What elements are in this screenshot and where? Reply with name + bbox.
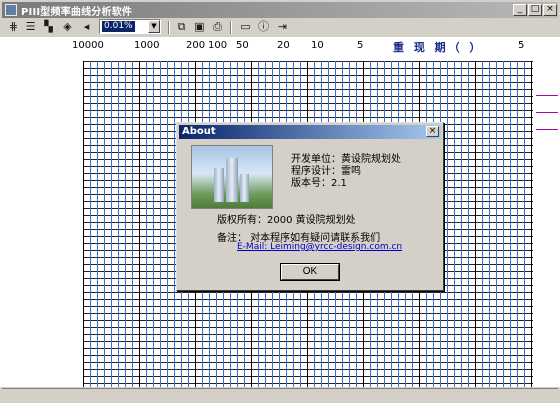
save-icon[interactable]: ▣ [192,20,207,34]
scale-tick: 50 [236,40,249,51]
main-window: PIII型频率曲线分析软件 _ □ × ⋕ ☰ ▚ ◈ ◂ 0.01% ▼ ⧉ … [0,0,560,403]
copy-icon[interactable]: ⧉ [174,20,189,34]
curve-segment [536,129,558,130]
dialog-title: About [182,126,216,137]
scale-tick: 5 [357,40,364,51]
print-icon[interactable]: ⎙ [210,20,225,34]
scale-tick: 100 [208,40,228,51]
maximize-button[interactable]: □ [528,4,542,16]
curve-segment [536,112,558,113]
scale-tick: 20 [277,40,290,51]
dialog-close-button[interactable]: × [426,126,439,137]
dialog-title-bar[interactable]: About × [179,125,441,139]
logo-building [240,174,249,202]
logo-building [214,168,224,202]
scale-tick: 10000 [72,40,104,51]
return-period-label: 重 现 期（ ） [393,41,484,54]
probability-value: 0.01% [102,21,135,32]
toolbar-separator [230,21,232,34]
return-period-scale: 10000 1000 200 100 50 20 10 5 重 现 期（ ） 5 [0,37,560,55]
exit-icon[interactable]: ⇥ [275,20,290,34]
curve-segment [536,95,558,96]
settings-icon[interactable]: ◈ [60,20,75,34]
info-icon[interactable]: ⓘ [256,20,271,34]
scale-tick: 200 [186,40,206,51]
building-logo-image [191,145,273,209]
copyright-text: 版权所有：2000 黄设院规划处 [217,215,356,226]
status-bar [2,388,558,401]
toolbar-separator [168,21,170,34]
version-text: 版本号：2.1 [291,178,347,189]
window-icon[interactable]: ▭ [238,20,253,34]
grid-icon[interactable]: ⋕ [6,20,21,34]
back-icon[interactable]: ◂ [79,20,94,34]
app-icon [5,4,17,16]
toolbar: ⋕ ☰ ▚ ◈ ◂ 0.01% ▼ ⧉ ▣ ⎙ ▭ ⓘ ⇥ [2,19,558,35]
scale-tick: 5 [518,40,525,51]
logo-building [226,158,238,202]
email-link[interactable]: E-Mail: Leiming@yrcc-design.com.cn [237,242,402,252]
list-icon[interactable]: ☰ [23,20,38,34]
window-title: PIII型频率曲线分析软件 [21,7,133,18]
title-bar[interactable]: PIII型频率曲线分析软件 _ □ × [2,2,558,18]
chart-icon[interactable]: ▚ [41,20,56,34]
close-button[interactable]: × [543,4,557,16]
scale-tick: 10 [311,40,324,51]
chevron-down-icon[interactable]: ▼ [148,20,160,33]
grid-left-border [83,61,84,387]
scale-tick: 1000 [134,40,160,51]
minimize-button[interactable]: _ [513,4,527,16]
ok-button[interactable]: OK [280,263,340,281]
about-dialog: About × 开发单位：黄设院规划处 程序设计：雷鸣 版本号：2.1 版权所有… [176,122,444,291]
probability-select[interactable]: 0.01% ▼ [99,19,161,34]
